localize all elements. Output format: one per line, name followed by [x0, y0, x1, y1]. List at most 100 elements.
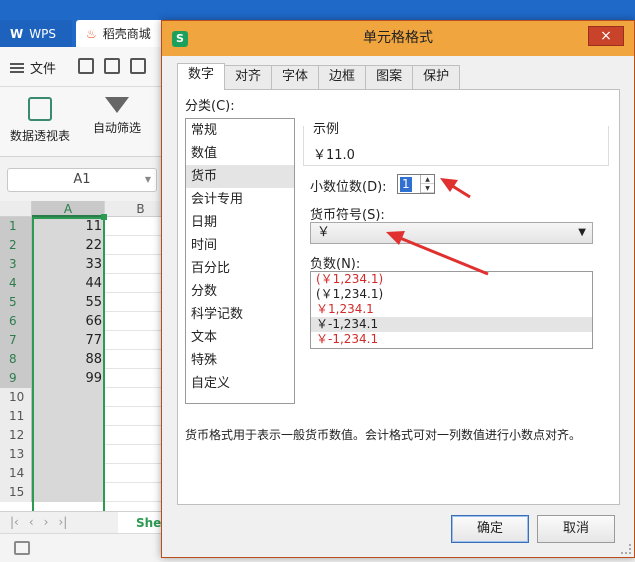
negative-numbers-list[interactable]: (￥1,234.1) (￥1,234.1) ￥1,234.1 ￥-1,234.1 ￥-1…: [310, 271, 593, 349]
resize-grip-icon[interactable]: [621, 544, 631, 554]
spin-buttons: ▲ ▼: [420, 175, 434, 193]
sheet-tab[interactable]: Shee: [118, 512, 169, 534]
dialog-tab[interactable]: 对齐: [224, 65, 273, 89]
negative-format-item[interactable]: ￥-1,234.1: [311, 332, 592, 347]
print-icon[interactable]: [130, 58, 146, 74]
currency-symbol-label: 货币符号(S):: [310, 208, 385, 223]
first-sheet-icon[interactable]: |‹: [10, 515, 19, 529]
negative-format-item[interactable]: (￥1,234.1): [311, 287, 592, 302]
pivot-table-label: 数据透视表: [10, 129, 71, 143]
tab-docer[interactable]: ♨ 稻壳商城: [76, 20, 164, 47]
category-item[interactable]: 文本: [186, 326, 294, 349]
cell-a[interactable]: 44: [32, 274, 105, 293]
format-cells-dialog: S 单元格格式 × 数字 对齐 字体 边框 图案 保护 分类(C): 常规 数值 货币 会计专用…: [161, 20, 635, 558]
row-header[interactable]: 11: [0, 407, 32, 426]
row-header[interactable]: 14: [0, 464, 32, 483]
category-label: 分类(C):: [185, 99, 235, 114]
dialog-tab[interactable]: 保护: [412, 65, 461, 89]
spin-up-icon[interactable]: ▲: [421, 175, 434, 184]
decimal-places-stepper[interactable]: 1 ▲ ▼: [397, 174, 435, 194]
wps-logo-icon: W: [10, 26, 24, 41]
category-item[interactable]: 特殊: [186, 349, 294, 372]
sample-value: ￥11.0: [313, 148, 355, 163]
cell-a[interactable]: 99: [32, 369, 105, 388]
row-header[interactable]: 9: [0, 369, 32, 388]
row-header[interactable]: 8: [0, 350, 32, 369]
dialog-tab[interactable]: 边框: [318, 65, 367, 89]
spin-down-icon[interactable]: ▼: [421, 184, 434, 193]
autofilter-label: 自动筛选: [93, 121, 142, 135]
fill-handle[interactable]: [101, 214, 107, 220]
cell-a[interactable]: 33: [32, 255, 105, 274]
row-header[interactable]: 2: [0, 236, 32, 255]
cell-a[interactable]: [32, 426, 105, 445]
format-painter-icon[interactable]: [104, 58, 120, 74]
dialog-title-bar: S 单元格格式 ×: [162, 21, 634, 56]
save-icon[interactable]: [78, 58, 94, 74]
cell-a[interactable]: 55: [32, 293, 105, 312]
close-button[interactable]: ×: [588, 26, 624, 46]
currency-symbol-select[interactable]: ￥ ▼: [310, 222, 593, 244]
tab-wps[interactable]: W WPS: [0, 20, 72, 47]
pivot-table-icon: [28, 97, 52, 121]
select-all-corner[interactable]: [0, 201, 32, 217]
cell-a[interactable]: 11: [32, 217, 105, 236]
last-sheet-icon[interactable]: ›|: [58, 515, 67, 529]
row-header[interactable]: 5: [0, 293, 32, 312]
negative-format-item[interactable]: ￥1,234.1: [311, 302, 592, 317]
category-item[interactable]: 常规: [186, 119, 294, 142]
quick-access-toolbar: [78, 58, 146, 74]
cell-a[interactable]: [32, 483, 105, 502]
dialog-tabs: 数字 对齐 字体 边框 图案 保护: [177, 63, 461, 90]
ok-button[interactable]: 确定: [451, 515, 529, 543]
row-header[interactable]: 7: [0, 331, 32, 350]
dialog-tab[interactable]: 数字: [177, 63, 226, 90]
macro-record-icon[interactable]: [14, 541, 30, 555]
row-header[interactable]: 1: [0, 217, 32, 236]
category-item[interactable]: 会计专用: [186, 188, 294, 211]
dialog-tab[interactable]: 图案: [365, 65, 414, 89]
category-list[interactable]: 常规 数值 货币 会计专用 日期 时间 百分比 分数 科学记数 文本 特殊 自定义: [185, 118, 295, 404]
autofilter-button[interactable]: 自动筛选: [93, 97, 141, 136]
file-menu-button[interactable]: 文件: [10, 58, 56, 77]
negative-format-item[interactable]: ￥-1,234.1: [311, 317, 592, 332]
negative-numbers-label: 负数(N):: [310, 257, 361, 272]
tab-wps-label: WPS: [29, 26, 56, 41]
next-sheet-icon[interactable]: ›: [44, 515, 49, 529]
cell-a[interactable]: [32, 388, 105, 407]
cell-a[interactable]: [32, 407, 105, 426]
category-item[interactable]: 时间: [186, 234, 294, 257]
row-header[interactable]: 13: [0, 445, 32, 464]
row-header[interactable]: 6: [0, 312, 32, 331]
category-item[interactable]: 分数: [186, 280, 294, 303]
decimal-places-value[interactable]: 1: [400, 177, 412, 192]
category-item[interactable]: 货币: [186, 165, 294, 188]
category-item[interactable]: 百分比: [186, 257, 294, 280]
negative-format-item[interactable]: (￥1,234.1): [311, 272, 592, 287]
cancel-button[interactable]: 取消: [537, 515, 615, 543]
category-item[interactable]: 数值: [186, 142, 294, 165]
dialog-title: 单元格格式: [363, 30, 433, 46]
row-header[interactable]: 12: [0, 426, 32, 445]
cell-a[interactable]: 22: [32, 236, 105, 255]
name-box[interactable]: A1 ▼: [7, 168, 157, 192]
cell-a[interactable]: 77: [32, 331, 105, 350]
chevron-down-icon[interactable]: ▼: [145, 169, 151, 191]
row-header[interactable]: 3: [0, 255, 32, 274]
cell-a[interactable]: [32, 464, 105, 483]
row-header[interactable]: 4: [0, 274, 32, 293]
dialog-tab[interactable]: 字体: [271, 65, 320, 89]
row-header[interactable]: 10: [0, 388, 32, 407]
decimal-places-label: 小数位数(D):: [310, 180, 387, 195]
cell-a[interactable]: [32, 445, 105, 464]
prev-sheet-icon[interactable]: ‹: [29, 515, 34, 529]
sample-label: 示例: [311, 118, 342, 137]
category-item[interactable]: 科学记数: [186, 303, 294, 326]
pivot-table-button[interactable]: 数据透视表: [10, 97, 70, 144]
row-header[interactable]: 15: [0, 483, 32, 502]
cell-a[interactable]: 66: [32, 312, 105, 331]
cell-a[interactable]: 88: [32, 350, 105, 369]
category-item[interactable]: 日期: [186, 211, 294, 234]
category-item[interactable]: 自定义: [186, 372, 294, 395]
column-header-a[interactable]: A: [32, 201, 105, 217]
